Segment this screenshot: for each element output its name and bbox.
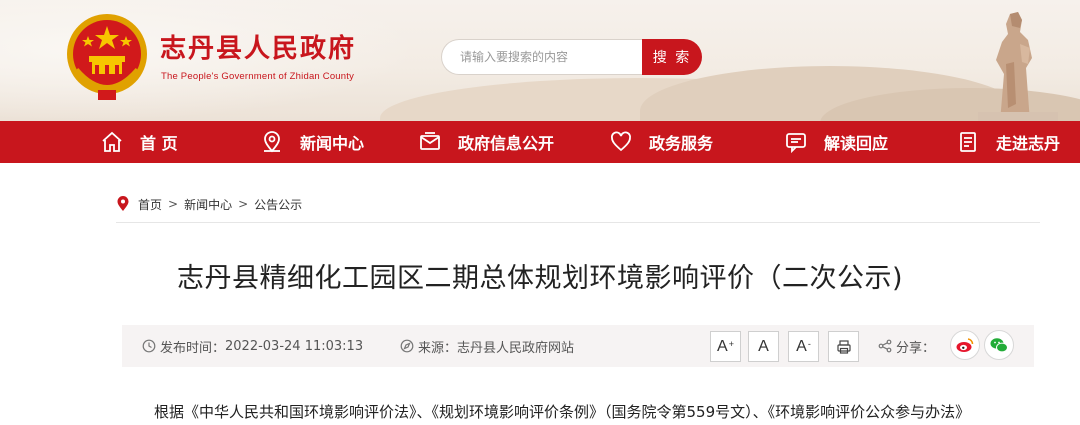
nav-item-label: 走进志丹 [996, 134, 1061, 153]
nav-item-label: 解读回应 [824, 134, 889, 153]
breadcrumb-separator: > [238, 197, 249, 211]
source-label: 来源： [418, 340, 458, 356]
site-title: 志丹县人民政府 [160, 34, 357, 64]
nav-item-label: 新闻中心 [300, 134, 365, 153]
font-button-label: A [796, 337, 807, 355]
font-size-increase-button[interactable]: A + [710, 331, 741, 362]
heart-icon [611, 131, 631, 152]
font-button-label: A [717, 337, 728, 355]
print-button[interactable] [828, 331, 859, 362]
nav-item-about[interactable]: 走进志丹 [956, 121, 1060, 163]
printer-icon [836, 339, 851, 354]
national-emblem-icon [67, 14, 147, 100]
breadcrumb-notice[interactable]: 公告公示 [254, 196, 302, 213]
breadcrumb-home[interactable]: 首页 [138, 196, 162, 213]
nav-item-label: 首 页 [140, 134, 178, 153]
font-button-label: A [758, 337, 769, 355]
article-meta-bar: 发布时间： 2022-03-24 11:03:13 来源： 志丹县人民政府网站 … [122, 325, 1034, 367]
publish-time-value: 2022-03-24 11:03:13 [225, 338, 364, 354]
nav-item-news[interactable]: 新闻中心 [260, 121, 364, 163]
publish-time-label: 发布时间： [160, 340, 226, 356]
article-body-paragraph: 根据《中华人民共和国环境影响评价法》、《规划环境影响评价条例》（国务院令第559… [154, 403, 971, 421]
clock-icon [142, 339, 156, 353]
breadcrumb-news[interactable]: 新闻中心 [184, 196, 232, 213]
source-value: 志丹县人民政府网站 [457, 340, 575, 356]
chat-icon [786, 133, 806, 154]
weibo-icon [956, 338, 974, 352]
site-subtitle: The People's Government of Zhidan County [161, 71, 355, 82]
share-label-text: 分享： [896, 340, 936, 356]
article-source: 来源： 志丹县人民政府网站 [400, 325, 574, 367]
mail-icon [420, 132, 440, 150]
nav-item-interpretation[interactable]: 解读回应 [784, 121, 888, 163]
nav-item-home[interactable]: 首 页 [100, 121, 178, 163]
share-weibo-button[interactable] [950, 330, 980, 360]
font-size-reset-button[interactable]: A [748, 331, 779, 362]
nav-item-label: 政务服务 [649, 134, 714, 153]
font-size-decrease-button[interactable]: A- [788, 331, 819, 362]
home-icon [102, 131, 122, 152]
breadcrumb-separator: > [168, 197, 179, 211]
search-button[interactable]: 搜 索 [642, 39, 702, 75]
article-title: 志丹县精细化工园区二期总体规划环境影响评价（二次公示) [176, 263, 904, 294]
nav-item-services[interactable]: 政务服务 [609, 121, 713, 163]
site-header: 志丹县人民政府 The People's Government of Zhida… [0, 0, 1080, 121]
document-icon [960, 132, 976, 152]
statue-image [978, 12, 1058, 121]
wechat-icon [990, 338, 1008, 353]
location-icon [264, 131, 280, 153]
share-wechat-button[interactable] [984, 330, 1014, 360]
breadcrumb: 首页 > 新闻中心 > 公告公示 [116, 194, 302, 214]
compass-icon [400, 339, 414, 353]
nav-item-label: 政府信息公开 [458, 134, 555, 153]
main-nav: 首 页 新闻中心 政府信息公开 政务服务 解读回应 走进志丹 [0, 121, 1080, 163]
nav-item-gov-info[interactable]: 政府信息公开 [418, 121, 554, 163]
search-input[interactable] [441, 39, 646, 75]
share-icon [878, 339, 892, 353]
publish-time: 发布时间： 2022-03-24 11:03:13 [142, 325, 363, 367]
breadcrumb-divider [116, 222, 1040, 223]
share-label: 分享： [878, 325, 935, 367]
location-pin-icon [117, 196, 129, 211]
